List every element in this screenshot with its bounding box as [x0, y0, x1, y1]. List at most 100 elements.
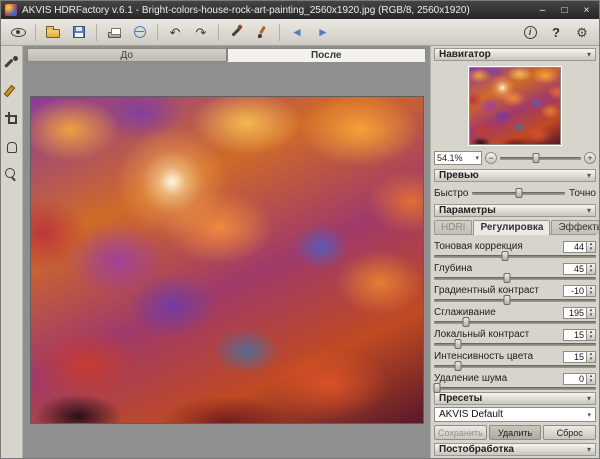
zoom-tool[interactable] [3, 165, 21, 183]
eyedropper-icon [5, 56, 18, 69]
spinner-arrows[interactable]: ▴▾ [586, 352, 595, 362]
tab-adjustment[interactable]: Регулировка [473, 220, 550, 235]
spin-down-icon[interactable]: ▾ [590, 335, 593, 340]
previous-image-button[interactable]: ◄ [286, 21, 308, 43]
spinner-arrows[interactable]: ▴▾ [586, 330, 595, 340]
slider-handle[interactable] [455, 339, 462, 349]
spin-down-icon[interactable]: ▾ [590, 313, 593, 318]
open-button[interactable] [42, 21, 64, 43]
spinner-arrows[interactable]: ▴▾ [586, 374, 595, 384]
navigator-header[interactable]: Навигатор ▾ [434, 48, 596, 61]
spinner-arrows[interactable]: ▴▾ [586, 264, 595, 274]
collapse-icon[interactable]: ▾ [587, 206, 591, 215]
zoom-slider-handle[interactable] [533, 153, 540, 163]
parameters-title: Параметры [439, 205, 496, 216]
maximize-button[interactable]: □ [556, 3, 573, 17]
parameter-value-spinbox[interactable]: 44 ▴▾ [563, 241, 596, 253]
view-tabs: До После [27, 48, 426, 62]
collapse-icon[interactable]: ▾ [587, 171, 591, 180]
print-button[interactable] [103, 21, 125, 43]
parameter-slider-track[interactable] [434, 321, 596, 324]
parameter-slider-track[interactable] [434, 343, 596, 346]
preview-quality-slider[interactable] [472, 192, 565, 195]
preview-mode-button[interactable] [7, 21, 29, 43]
minimize-button[interactable]: – [534, 3, 551, 17]
image-canvas[interactable] [23, 62, 430, 458]
spin-down-icon[interactable]: ▾ [590, 357, 593, 362]
spin-down-icon[interactable]: ▾ [590, 291, 593, 296]
spinner-arrows[interactable]: ▴▾ [586, 286, 595, 296]
tab-before[interactable]: До [27, 48, 227, 62]
preview-slider-handle[interactable] [515, 188, 522, 198]
parameter-value-spinbox[interactable]: 15 ▴▾ [563, 329, 596, 341]
info-button[interactable]: i [519, 21, 541, 43]
parameter-value-spinbox[interactable]: 0 ▴▾ [563, 373, 596, 385]
preset-delete-button[interactable]: Удалить [489, 425, 542, 440]
collapse-icon[interactable]: ▾ [587, 50, 591, 59]
parameter-label: Удаление шума [434, 373, 507, 384]
parameter-value-spinbox[interactable]: 195 ▴▾ [563, 307, 596, 319]
preset-reset-button[interactable]: Сброс [543, 425, 596, 440]
parameter-row-top: Удаление шума 0 ▴▾ [434, 372, 596, 385]
presets-header[interactable]: Пресеты ▾ [434, 392, 596, 405]
tab-effects[interactable]: Эффекты [551, 220, 599, 234]
hand-tool[interactable] [3, 137, 21, 155]
parameter-value-spinbox[interactable]: -10 ▴▾ [563, 285, 596, 297]
zoom-in-button[interactable]: + [584, 152, 596, 164]
parameter-value-spinbox[interactable]: 15 ▴▾ [563, 351, 596, 363]
spinner-arrows[interactable]: ▴▾ [586, 242, 595, 252]
collapse-icon[interactable]: ▾ [587, 445, 591, 454]
preset-save-button[interactable]: Сохранить [434, 425, 487, 440]
spin-down-icon[interactable]: ▾ [590, 269, 593, 274]
slider-handle[interactable] [502, 251, 509, 261]
tab-hdri[interactable]: HDRI [434, 220, 472, 234]
slider-handle[interactable] [503, 273, 510, 283]
parameter-slider-track[interactable] [434, 387, 596, 390]
zoom-out-button[interactable]: − [485, 152, 497, 164]
help-button[interactable]: ? [545, 21, 567, 43]
slider-handle[interactable] [503, 295, 510, 305]
eyedropper-tool[interactable] [3, 53, 21, 71]
postprocessing-header[interactable]: Постобработка ▾ [434, 443, 596, 456]
navigator-thumbnail[interactable] [469, 67, 561, 145]
crop-tool[interactable] [3, 109, 21, 127]
zoom-slider[interactable] [500, 157, 581, 160]
open-folder-icon [46, 29, 60, 38]
zoom-level-select[interactable]: 54.1% ▾ [434, 151, 482, 165]
slider-handle[interactable] [434, 383, 441, 393]
preset-select[interactable]: AKVIS Default ▾ [434, 407, 596, 422]
eye-icon [11, 28, 26, 37]
parameters-header[interactable]: Параметры ▾ [434, 204, 596, 217]
brush-button[interactable] [251, 21, 273, 43]
spin-down-icon[interactable]: ▾ [590, 247, 593, 252]
settings-button[interactable]: ⚙ [571, 21, 593, 43]
slider-handle[interactable] [455, 361, 462, 371]
preview-accurate-label: Точно [569, 188, 596, 199]
hand-icon [7, 142, 17, 153]
spinner-arrows[interactable]: ▴▾ [586, 308, 595, 318]
collapse-icon[interactable]: ▾ [587, 394, 591, 403]
next-image-button[interactable]: ► [312, 21, 334, 43]
redo-button[interactable]: ↷ [190, 21, 212, 43]
parameter-slider-track[interactable] [434, 365, 596, 368]
parameter-slider-track[interactable] [434, 255, 596, 258]
parameter-slider-row: Градиентный контраст -10 ▴▾ [434, 282, 596, 304]
undo-icon: ↶ [170, 26, 181, 39]
tab-after[interactable]: После [227, 48, 427, 62]
parameter-slider-track[interactable] [434, 299, 596, 302]
spin-down-icon[interactable]: ▾ [590, 379, 593, 384]
close-button[interactable]: × [578, 3, 595, 17]
undo-button[interactable]: ↶ [164, 21, 186, 43]
chevron-down-icon: ▾ [475, 154, 479, 162]
parameter-value-spinbox[interactable]: 45 ▴▾ [563, 263, 596, 275]
share-icon [134, 26, 146, 38]
processed-image[interactable] [30, 96, 424, 424]
save-button[interactable] [68, 21, 90, 43]
pencil-tool[interactable] [3, 81, 21, 99]
parameter-value: 44 [564, 242, 586, 252]
preview-header[interactable]: Превью ▾ [434, 169, 596, 182]
color-picker-button[interactable] [225, 21, 247, 43]
slider-handle[interactable] [463, 317, 470, 327]
share-button[interactable] [129, 21, 151, 43]
parameter-slider-track[interactable] [434, 277, 596, 280]
